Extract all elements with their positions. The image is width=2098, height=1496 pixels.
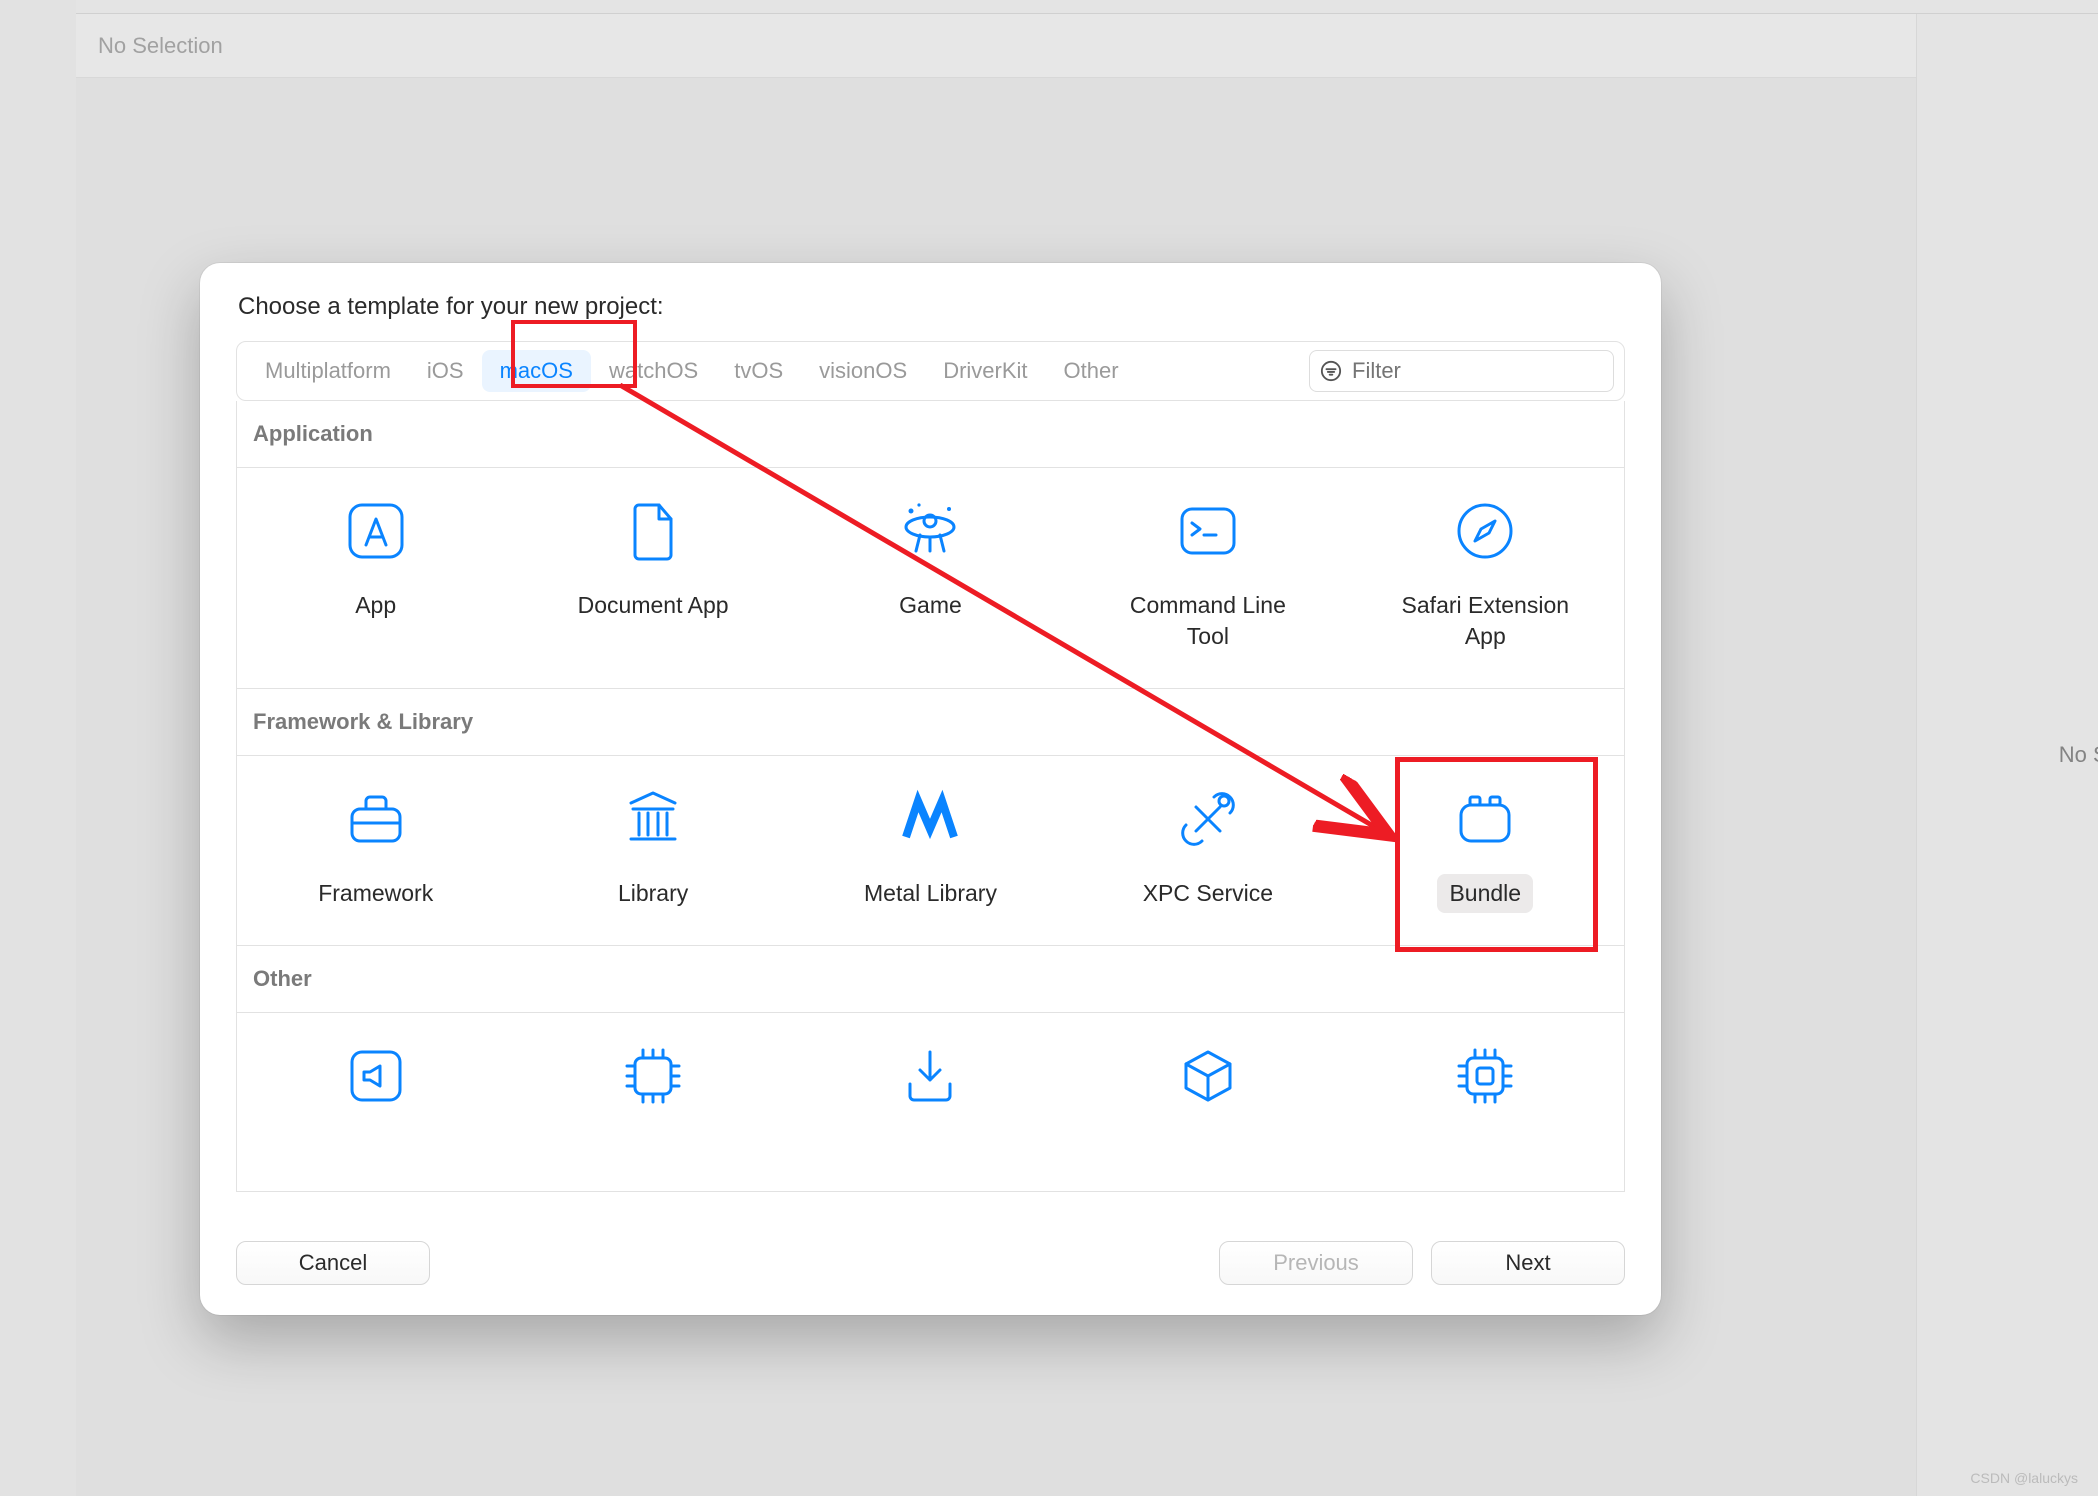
safari-icon <box>1452 498 1518 564</box>
template-label <box>641 1131 665 1159</box>
template-app[interactable]: App <box>237 488 514 666</box>
template-game[interactable]: Game <box>792 488 1069 666</box>
filter-input[interactable] <box>1350 357 1642 385</box>
tab-ios[interactable]: iOS <box>409 350 482 392</box>
template-document-app[interactable]: Document App <box>514 488 791 666</box>
tab-watchos[interactable]: watchOS <box>591 350 716 392</box>
chip2-icon <box>1452 1043 1518 1109</box>
modal-title: Choose a template for your new project: <box>200 263 1661 341</box>
template-bundle[interactable]: Bundle <box>1347 776 1624 923</box>
no-selection-label: No Selection <box>98 33 223 59</box>
template-label: Framework <box>306 874 445 913</box>
template-command-line-tool[interactable]: Command Line Tool <box>1069 488 1346 666</box>
app-icon <box>343 498 409 564</box>
tab-multiplatform[interactable]: Multiplatform <box>247 350 409 392</box>
document-icon <box>620 498 686 564</box>
chip-icon <box>620 1043 686 1109</box>
template-label: XPC Service <box>1131 874 1285 913</box>
section-application: App Document App Game Command Line Tool <box>236 468 1625 689</box>
game-icon <box>897 498 963 564</box>
section-header-other: Other <box>236 946 1625 1013</box>
library-icon <box>620 786 686 852</box>
xpc-icon <box>1175 786 1241 852</box>
watermark: CSDN @laluckys <box>1970 1470 2078 1486</box>
metal-icon <box>897 786 963 852</box>
template-label: Library <box>606 874 700 913</box>
template-xpc-service[interactable]: XPC Service <box>1069 776 1346 923</box>
template-list: Application App Document App Game <box>236 401 1625 1219</box>
box3d-icon <box>1175 1043 1241 1109</box>
bg-subbar: No Selection <box>76 14 2098 78</box>
bg-right-panel: No Selec <box>1916 14 2098 1496</box>
platform-tabbar: Multiplatform iOS macOS watchOS tvOS vis… <box>236 341 1625 401</box>
template-safari-extension-app[interactable]: Safari Extension App <box>1347 488 1624 666</box>
template-other-5[interactable] <box>1347 1033 1624 1169</box>
template-label: Game <box>887 586 974 625</box>
bg-toolbar <box>76 0 2098 14</box>
filter-field[interactable] <box>1309 350 1614 392</box>
filter-icon <box>1320 360 1342 382</box>
bundle-icon <box>1452 786 1518 852</box>
template-other-2[interactable] <box>514 1033 791 1169</box>
template-label: Bundle <box>1437 874 1533 913</box>
template-label: Document App <box>566 586 741 625</box>
section-header-framework-library: Framework & Library <box>236 689 1625 756</box>
template-label <box>1473 1131 1497 1159</box>
tab-tvos[interactable]: tvOS <box>716 350 801 392</box>
tab-visionos[interactable]: visionOS <box>801 350 925 392</box>
download-chip-icon <box>897 1043 963 1109</box>
template-label: App <box>343 586 408 625</box>
template-framework[interactable]: Framework <box>237 776 514 923</box>
next-button[interactable]: Next <box>1431 1241 1625 1285</box>
template-label: Metal Library <box>852 874 1009 913</box>
terminal-icon <box>1175 498 1241 564</box>
right-panel-text: No Selec <box>2059 742 2098 768</box>
template-other-4[interactable] <box>1069 1033 1346 1169</box>
template-label: Command Line Tool <box>1118 586 1298 656</box>
template-label: Safari Extension App <box>1390 586 1581 656</box>
section-framework-library: Framework Library Metal Library XPC Serv… <box>236 756 1625 946</box>
speaker-icon <box>343 1043 409 1109</box>
template-other-1[interactable] <box>237 1033 514 1169</box>
template-label <box>918 1131 942 1159</box>
template-label <box>364 1131 388 1159</box>
section-header-application: Application <box>236 401 1625 468</box>
toolbox-icon <box>343 786 409 852</box>
template-metal-library[interactable]: Metal Library <box>792 776 1069 923</box>
section-other <box>236 1013 1625 1192</box>
tab-driverkit[interactable]: DriverKit <box>925 350 1045 392</box>
tab-macos[interactable]: macOS <box>482 350 591 392</box>
template-label <box>1196 1131 1220 1159</box>
modal-footer: Cancel Previous Next <box>200 1219 1661 1315</box>
previous-button[interactable]: Previous <box>1219 1241 1413 1285</box>
cancel-button[interactable]: Cancel <box>236 1241 430 1285</box>
template-library[interactable]: Library <box>514 776 791 923</box>
template-other-3[interactable] <box>792 1033 1069 1169</box>
tab-other[interactable]: Other <box>1046 350 1137 392</box>
new-project-template-modal: Choose a template for your new project: … <box>200 263 1661 1315</box>
